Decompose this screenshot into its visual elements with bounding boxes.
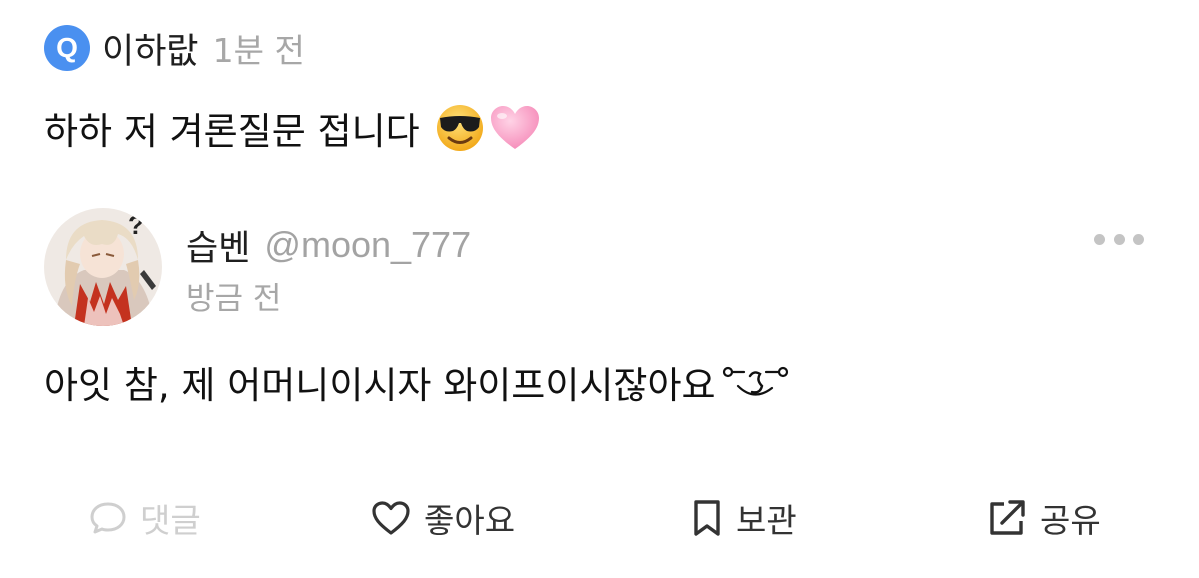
pink-heart-icon (490, 106, 539, 149)
reply-author-name[interactable]: 습벤 (186, 220, 250, 271)
share-button[interactable]: 공유 (986, 492, 1101, 544)
comment-label: 댓글 (140, 501, 201, 540)
save-button[interactable]: 보관 (690, 492, 797, 544)
more-dot (1133, 233, 1144, 245)
share-label: 공유 (1040, 501, 1101, 540)
more-options-icon[interactable] (1094, 228, 1144, 250)
comment-icon (90, 502, 126, 534)
like-label: 좋아요 (424, 501, 516, 540)
more-dot (1113, 233, 1125, 245)
reply-text-row: 아잇 참, 제 어머니이시자 와이프이시잖아요 (44, 352, 792, 412)
svg-text:?: ? (128, 210, 144, 240)
reply-text: 아잇 참, 제 어머니이시자 와이프이시잖아요 (44, 364, 716, 407)
question-badge: Q (44, 25, 90, 71)
question-text-row: 하하 저 겨론질문 접니다 (44, 96, 542, 160)
question-header: Q 이하랎 1분 전 (44, 24, 305, 72)
comment-button[interactable]: 댓글 (88, 492, 201, 544)
winking-face-kaomoji-icon (722, 366, 788, 396)
bookmark-icon (694, 500, 720, 536)
reply-header: 습벤 @moon_777 (186, 220, 471, 270)
avatar-image: ? (44, 208, 162, 326)
question-time: 1분 전 (212, 31, 305, 70)
question-text: 하하 저 겨론질문 접니다 (44, 110, 420, 153)
reply-author-handle[interactable]: @moon_777 (264, 224, 471, 266)
reply-time: 방금 전 (186, 280, 282, 317)
sunglasses-face-icon (436, 105, 483, 151)
question-emojis (434, 103, 542, 153)
save-label: 보관 (736, 501, 797, 540)
question-author[interactable]: 이하랎 (102, 23, 199, 74)
avatar[interactable]: ? (44, 208, 162, 326)
share-icon (990, 500, 1025, 535)
heart-icon (372, 501, 410, 535)
post-page: Q 이하랎 1분 전 하하 저 겨론질문 접니다 ? 습벤 @moon_777 … (0, 0, 1199, 578)
like-button[interactable]: 좋아요 (370, 492, 515, 544)
more-dot (1094, 233, 1105, 245)
